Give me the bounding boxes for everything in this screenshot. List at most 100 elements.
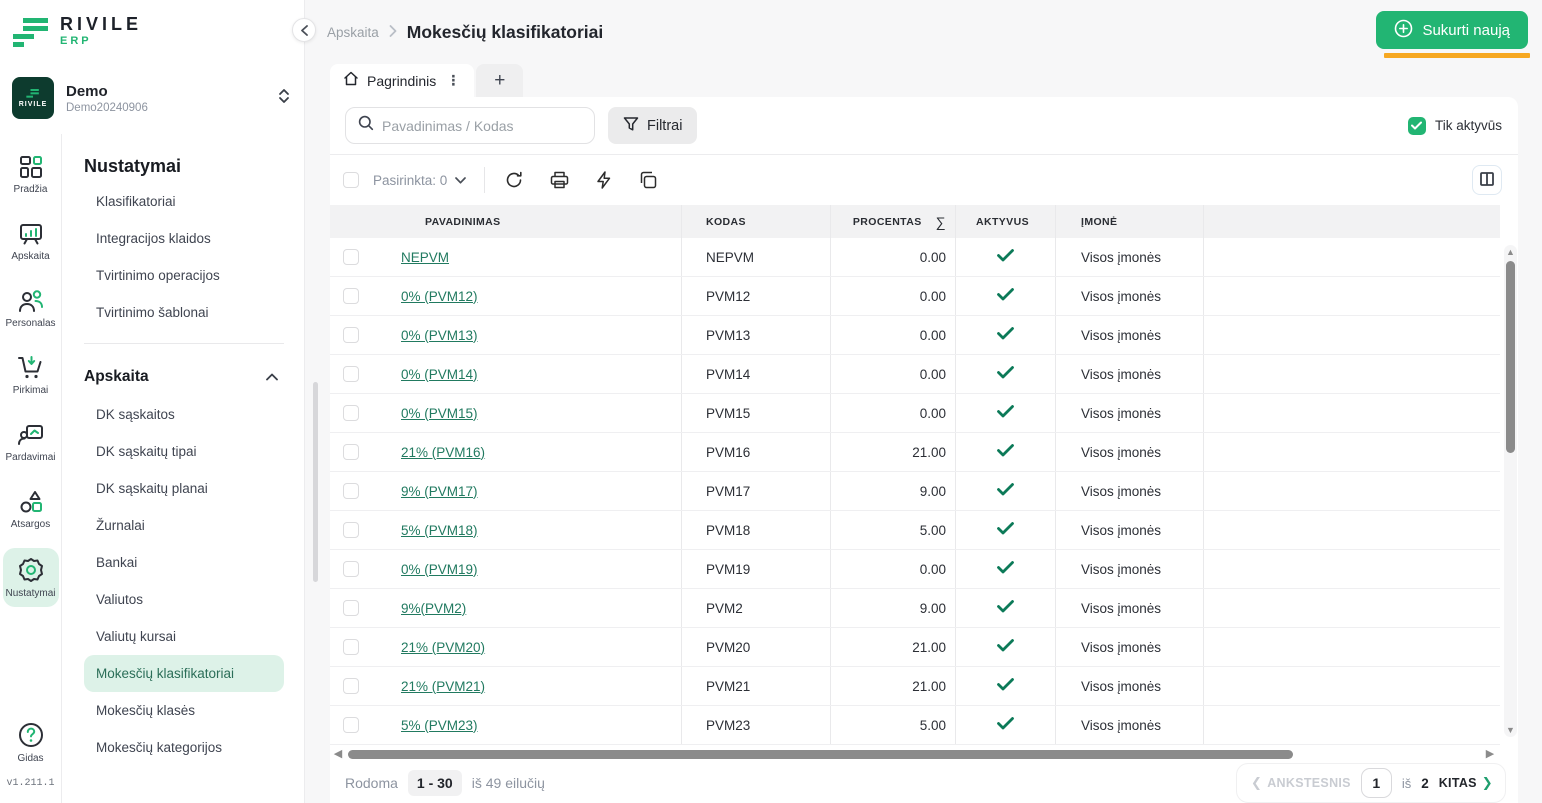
row-name-link[interactable]: 0% (PVM15) — [401, 406, 478, 421]
row-checkbox[interactable] — [343, 717, 359, 733]
people-icon — [17, 288, 45, 314]
row-name-link[interactable]: 5% (PVM23) — [401, 718, 478, 733]
menu-item[interactable]: Valiutos — [84, 581, 284, 618]
filters-button[interactable]: Filtrai — [608, 107, 697, 144]
table-row: 0% (PVM13) PVM13 0.00 Visos įmonės — [330, 316, 1500, 355]
scroll-left-arrow-icon[interactable]: ◀ — [332, 747, 344, 761]
menu-item[interactable]: Mokesčių kategorijos — [84, 729, 284, 766]
showing-label: Rodoma — [345, 775, 398, 791]
active-check-icon — [997, 600, 1014, 616]
column-layout-button[interactable] — [1472, 165, 1502, 195]
account-switcher[interactable]: RIVILE Demo Demo20240906 — [0, 62, 304, 134]
menu-item[interactable]: Integracijos klaidos — [84, 220, 284, 257]
version-label: v1.211.1 — [6, 778, 54, 789]
col-header-imone[interactable]: ĮMONĖ — [1055, 205, 1203, 238]
row-checkbox[interactable] — [343, 405, 359, 421]
row-name-link[interactable]: 0% (PVM14) — [401, 367, 478, 382]
zap-icon[interactable] — [596, 171, 612, 189]
row-name-link[interactable]: 5% (PVM18) — [401, 523, 478, 538]
add-tab-button[interactable]: + — [476, 64, 523, 97]
col-header-procentas[interactable]: PROCENTAS ∑ — [830, 205, 955, 238]
rail-item-personalas[interactable]: Personalas — [3, 280, 59, 337]
row-name-link[interactable]: 0% (PVM13) — [401, 328, 478, 343]
horizontal-scroll-thumb[interactable] — [348, 750, 1293, 759]
row-checkbox[interactable] — [343, 678, 359, 694]
select-all-checkbox[interactable] — [343, 172, 359, 188]
row-name-link[interactable]: NEPVM — [401, 250, 449, 265]
selected-chevron-down-icon[interactable] — [455, 177, 466, 184]
menu-item[interactable]: Tvirtinimo operacijos — [84, 257, 284, 294]
col-header-kodas[interactable]: KODAS — [681, 205, 830, 238]
menu-item[interactable]: Žurnalai — [84, 507, 284, 544]
content-panel: Filtrai Tik aktyvūs Pasirinkta: 0 — [330, 97, 1518, 803]
col-header-aktyvus[interactable]: AKTYVUS — [955, 205, 1055, 238]
row-name-link[interactable]: 0% (PVM12) — [401, 289, 478, 304]
account-chevron-updown-icon[interactable] — [278, 88, 290, 109]
current-page-input[interactable]: 1 — [1361, 768, 1392, 798]
menu-item[interactable]: DK sąskaitų planai — [84, 470, 284, 507]
menu-item[interactable]: Mokesčių klasifikatoriai — [84, 655, 284, 692]
sum-sigma-icon[interactable]: ∑ — [936, 214, 946, 230]
row-checkbox[interactable] — [343, 327, 359, 343]
next-page-button[interactable]: KITAS ❯ — [1439, 775, 1493, 791]
menu-item[interactable]: DK sąskaitų tipai — [84, 433, 284, 470]
row-checkbox[interactable] — [343, 444, 359, 460]
checked-checkbox-icon[interactable] — [1408, 117, 1426, 135]
only-active-toggle[interactable]: Tik aktyvūs — [1408, 117, 1502, 135]
previous-page-button[interactable]: ❮ ANKSTESNIS — [1251, 775, 1351, 791]
row-name-link[interactable]: 9% (PVM17) — [401, 484, 478, 499]
menu-item[interactable]: Mokesčių klasės — [84, 692, 284, 729]
table-row: 21% (PVM20) PVM20 21.00 Visos įmonės — [330, 628, 1500, 667]
active-check-icon — [997, 327, 1014, 343]
rail-item-atsargos[interactable]: Atsargos — [3, 481, 59, 538]
active-check-icon — [997, 561, 1014, 577]
row-name-link[interactable]: 9%(PVM2) — [401, 601, 466, 616]
rail-item-apskaita[interactable]: Apskaita — [3, 213, 59, 270]
active-check-icon — [997, 405, 1014, 421]
account-avatar: RIVILE — [12, 77, 54, 119]
row-checkbox[interactable] — [343, 561, 359, 577]
scroll-up-arrow-icon[interactable]: ▲ — [1506, 245, 1515, 259]
rail-item-pradzia[interactable]: Pradžia — [3, 146, 59, 203]
sidebar-collapse-button[interactable] — [292, 18, 316, 42]
refresh-icon[interactable] — [505, 171, 523, 189]
vertical-scrollbar[interactable]: ▲ ▼ — [1504, 245, 1517, 737]
print-icon[interactable] — [550, 171, 569, 189]
row-checkbox[interactable] — [343, 366, 359, 382]
menu-item[interactable]: Bankai — [84, 544, 284, 581]
menu-section-apskaita[interactable]: Apskaita — [84, 356, 284, 396]
row-checkbox[interactable] — [343, 249, 359, 265]
app-window: RIVILE ERP RIVILE Demo Demo20240906 — [0, 0, 1542, 803]
menu-item[interactable]: DK sąskaitos — [84, 396, 284, 433]
menu-item[interactable]: Klasifikatoriai — [84, 183, 284, 220]
tab-pagrindinis[interactable]: Pagrindinis ⋮ — [330, 64, 474, 97]
horizontal-scrollbar[interactable]: ◀ ▶ — [332, 747, 1496, 761]
menu-item[interactable]: Tvirtinimo šablonai — [84, 294, 284, 331]
table-row: 9% (PVM17) PVM17 9.00 Visos įmonės — [330, 472, 1500, 511]
rail-item-gidas[interactable]: Gidas — [3, 713, 59, 772]
row-checkbox[interactable] — [343, 483, 359, 499]
scroll-down-arrow-icon[interactable]: ▼ — [1506, 723, 1515, 737]
copy-icon[interactable] — [639, 171, 657, 189]
breadcrumb-apskaita[interactable]: Apskaita — [327, 25, 379, 40]
row-checkbox[interactable] — [343, 639, 359, 655]
scroll-right-arrow-icon[interactable]: ▶ — [1484, 747, 1496, 761]
search-input[interactable] — [382, 118, 584, 134]
vertical-scroll-thumb[interactable] — [1506, 261, 1515, 453]
create-new-button[interactable]: Sukurti naują — [1376, 11, 1528, 49]
row-name-link[interactable]: 21% (PVM21) — [401, 679, 485, 694]
menu-heading: Nustatymai — [84, 156, 284, 177]
tab-kebab-menu-icon[interactable]: ⋮ — [444, 72, 462, 89]
rail-item-nustatymai[interactable]: Nustatymai — [3, 548, 59, 607]
rail-item-pardavimai[interactable]: Pardavimai — [3, 414, 59, 471]
row-checkbox[interactable] — [343, 600, 359, 616]
row-name-link[interactable]: 0% (PVM19) — [401, 562, 478, 577]
menu-item[interactable]: Valiutų kursai — [84, 618, 284, 655]
row-name-link[interactable]: 21% (PVM16) — [401, 445, 485, 460]
row-checkbox[interactable] — [343, 288, 359, 304]
row-checkbox[interactable] — [343, 522, 359, 538]
logo[interactable]: RIVILE ERP — [0, 0, 304, 62]
row-name-link[interactable]: 21% (PVM20) — [401, 640, 485, 655]
col-header-pavadinimas[interactable]: PAVADINIMAS — [395, 205, 681, 238]
rail-item-pirkimai[interactable]: Pirkimai — [3, 347, 59, 404]
